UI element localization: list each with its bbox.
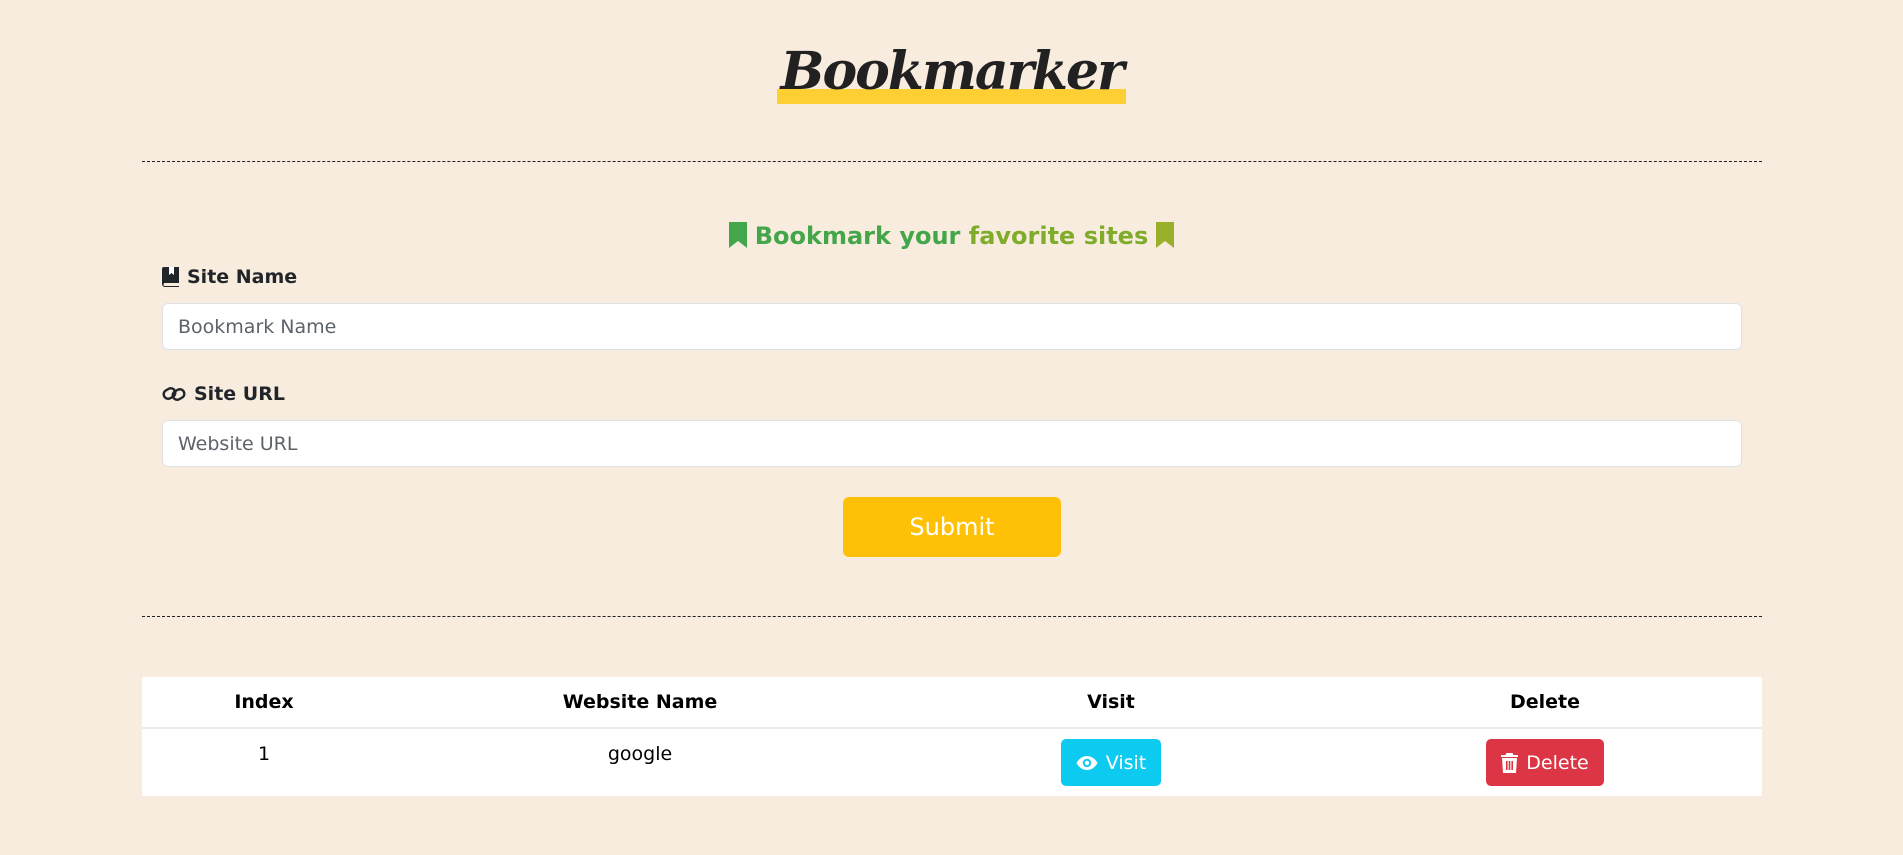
table-row: 1 google Visit Delete: [142, 728, 1762, 796]
bookmark-icon: [728, 222, 747, 248]
bottom-divider: [142, 616, 1762, 617]
visit-button-label: Visit: [1105, 751, 1147, 774]
site-url-label-text: Site URL: [194, 383, 285, 405]
visit-cell: Visit: [894, 728, 1328, 796]
trash-icon: [1501, 752, 1519, 773]
site-name-input[interactable]: [162, 303, 1742, 350]
header-visit: Visit: [894, 677, 1328, 729]
eye-icon: [1076, 755, 1098, 770]
visit-button[interactable]: Visit: [1060, 739, 1162, 786]
site-name-label: Site Name: [162, 266, 297, 288]
app-logo: Bookmarker: [776, 40, 1127, 104]
bookmark-icon: [1156, 222, 1175, 248]
logo-container: Bookmarker: [0, 40, 1903, 104]
row-website-name: google: [607, 743, 673, 765]
link-icon: [162, 387, 186, 401]
header-index: Index: [142, 677, 386, 729]
table-header-row: Index Website Name Visit Delete: [142, 677, 1762, 729]
book-bookmark-icon: [162, 267, 179, 287]
heading-text-part1: Bookmark your: [754, 222, 961, 250]
delete-button-label: Delete: [1526, 751, 1589, 774]
delete-cell: Delete: [1328, 728, 1762, 796]
submit-button[interactable]: Submit: [843, 497, 1061, 557]
top-divider: [142, 161, 1762, 162]
heading-text-part2: favorite sites: [968, 222, 1149, 250]
delete-button[interactable]: Delete: [1486, 739, 1604, 786]
site-url-input[interactable]: [162, 420, 1742, 467]
site-name-label-text: Site Name: [187, 266, 298, 288]
header-website-name: Website Name: [386, 677, 894, 729]
row-index: 1: [257, 743, 271, 765]
bookmarks-table: Index Website Name Visit Delete 1 google…: [142, 677, 1762, 796]
form-heading: Bookmark your favorite sites: [0, 222, 1903, 250]
header-delete: Delete: [1328, 677, 1762, 729]
site-url-label: Site URL: [162, 383, 285, 405]
